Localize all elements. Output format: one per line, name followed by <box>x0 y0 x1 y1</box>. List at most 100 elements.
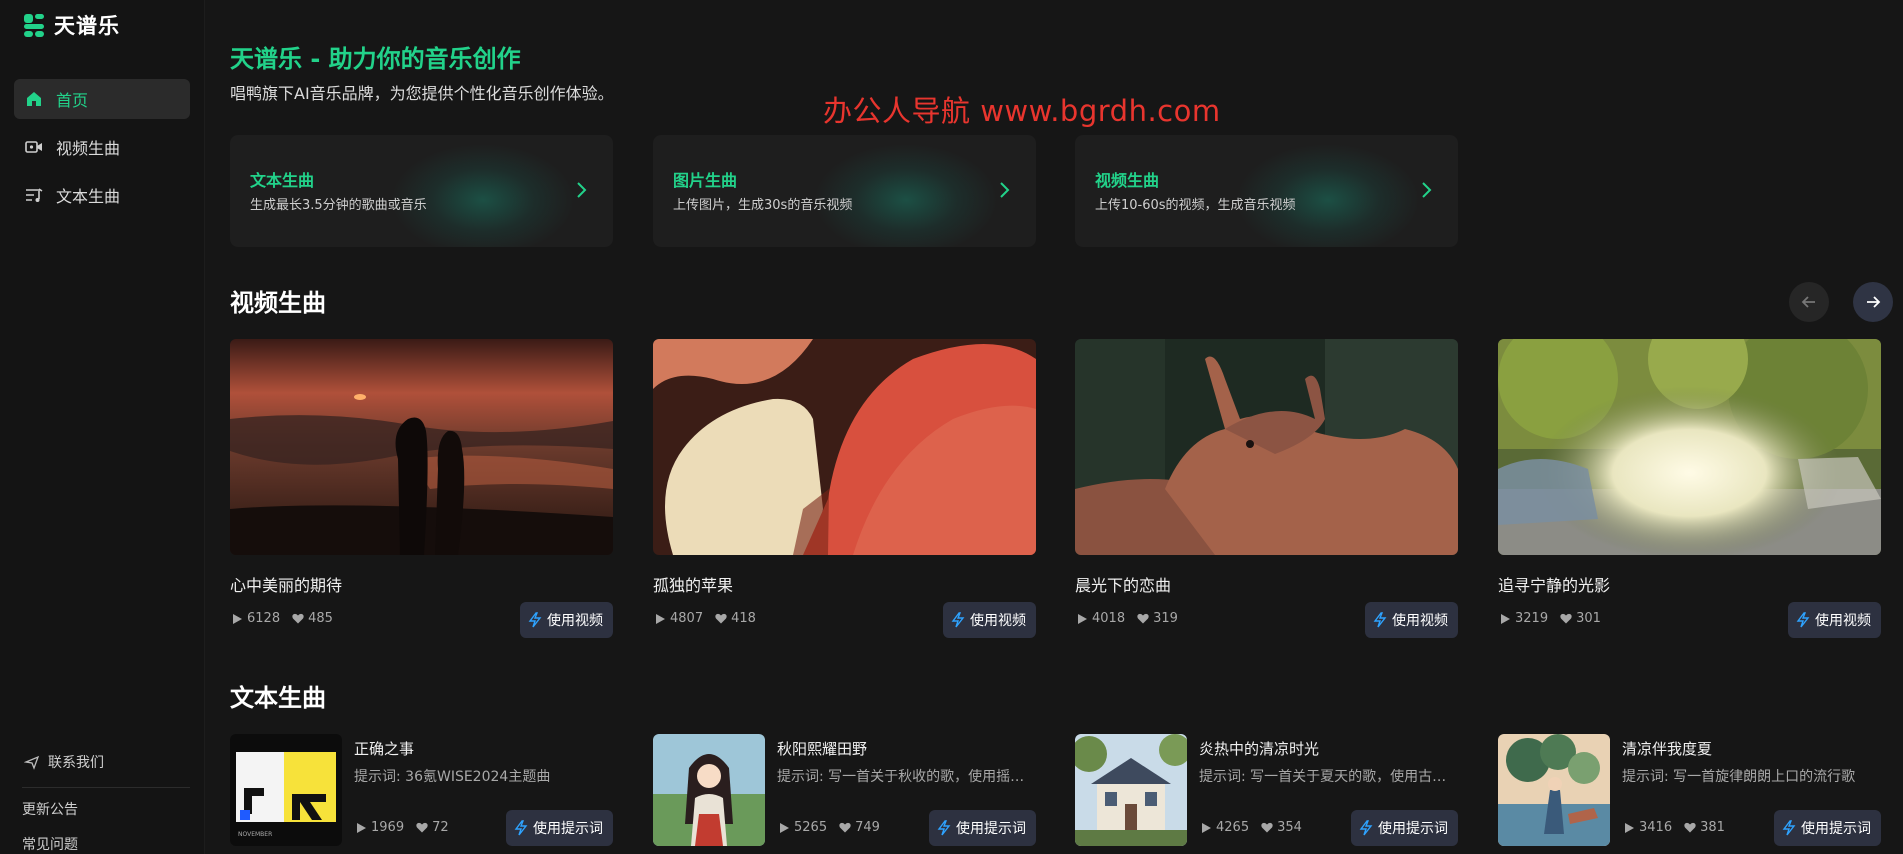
heart-icon <box>1560 613 1572 624</box>
heart-icon <box>416 822 428 833</box>
play-count: 3219 <box>1515 611 1549 626</box>
lightning-icon <box>937 820 951 836</box>
play-count: 4018 <box>1092 611 1126 626</box>
text-song-card[interactable]: NOVEMBER 正确之事 提示词: 36氪WISE2024主题曲 1969 7… <box>230 734 613 846</box>
use-prompt-button[interactable]: 使用提示词 <box>1351 810 1458 846</box>
use-video-button[interactable]: 使用视频 <box>943 602 1036 638</box>
video-card[interactable]: 晨光下的恋曲 4018 319 使用视频 <box>1075 339 1458 638</box>
song-stats: 5265 749 <box>779 820 886 835</box>
heart-icon <box>292 613 304 624</box>
lightning-icon <box>1359 820 1373 836</box>
faq-link[interactable]: 常见问题 <box>22 835 190 854</box>
video-thumbnail[interactable] <box>653 339 1036 555</box>
like-count: 749 <box>855 820 880 835</box>
divider <box>22 787 190 788</box>
watermark-text: 办公人导航 www.bgrdh.com <box>823 94 1221 128</box>
song-prompt: 提示词: 写一首旋律朗朗上口的流行歌 <box>1622 769 1856 785</box>
use-prompt-button[interactable]: 使用提示词 <box>1774 810 1881 846</box>
use-prompt-label: 使用提示词 <box>1378 821 1448 837</box>
page-subtitle: 唱鸭旗下AI音乐品牌，为您提供个性化音乐创作体验。 <box>230 84 614 103</box>
song-cover[interactable] <box>653 734 765 846</box>
like-count: 72 <box>432 820 449 835</box>
video-title: 心中美丽的期待 <box>230 576 343 595</box>
lightning-icon <box>514 820 528 836</box>
sidebar-item-label: 文本生曲 <box>56 187 121 206</box>
sidebar-footer: 联系我们 更新公告 常见问题 <box>22 750 190 854</box>
play-icon <box>656 613 665 624</box>
use-prompt-label: 使用提示词 <box>956 821 1026 837</box>
song-title: 秋阳熙耀田野 <box>777 740 868 758</box>
feature-title: 文本生曲 <box>250 171 315 190</box>
like-count: 485 <box>308 611 333 626</box>
page-title: 天谱乐 - 助力你的音乐创作 <box>230 45 521 73</box>
heart-icon <box>715 613 727 624</box>
video-stats: 4018 319 <box>1077 611 1184 626</box>
contact-us-link[interactable]: 联系我们 <box>24 750 190 774</box>
chevron-right-icon <box>577 182 587 198</box>
sidebar-item-video-to-music[interactable]: 视频生曲 <box>14 127 190 167</box>
song-cover[interactable] <box>1498 734 1610 846</box>
use-video-label: 使用视频 <box>970 613 1026 629</box>
text-music-icon <box>26 188 43 202</box>
feature-card-video-to-music[interactable]: 视频生曲 上传10-60s的视频，生成音乐视频 <box>1075 135 1458 247</box>
text-song-card[interactable]: 清凉伴我度夏 提示词: 写一首旋律朗朗上口的流行歌 3416 381 使用提示词 <box>1498 734 1881 846</box>
song-cover[interactable] <box>1075 734 1187 846</box>
like-count: 319 <box>1153 611 1178 626</box>
chevron-right-icon <box>1422 182 1432 198</box>
play-count: 5265 <box>794 820 828 835</box>
song-title: 清凉伴我度夏 <box>1622 740 1713 758</box>
video-card[interactable]: 追寻宁静的光影 3219 301 使用视频 <box>1498 339 1881 638</box>
use-prompt-button[interactable]: 使用提示词 <box>929 810 1036 846</box>
like-count: 354 <box>1277 820 1302 835</box>
sidebar-item-home[interactable]: 首页 <box>14 79 190 119</box>
use-video-button[interactable]: 使用视频 <box>1788 602 1881 638</box>
play-icon <box>357 822 366 833</box>
play-count: 1969 <box>371 820 405 835</box>
sidebar-item-text-to-music[interactable]: 文本生曲 <box>14 175 190 215</box>
main-content: 天谱乐 - 助力你的音乐创作 唱鸭旗下AI音乐品牌，为您提供个性化音乐创作体验。… <box>230 0 1903 854</box>
video-card[interactable]: 孤独的苹果 4807 418 使用视频 <box>653 339 1036 638</box>
song-title: 正确之事 <box>354 740 415 758</box>
arrow-right-icon <box>1867 296 1881 308</box>
heart-icon <box>1684 822 1696 833</box>
song-prompt: 提示词: 写一首关于夏天的歌，使用古风... <box>1199 769 1458 785</box>
video-thumbnail[interactable] <box>1075 339 1458 555</box>
logo[interactable]: 天谱乐 <box>22 10 120 40</box>
text-song-card[interactable]: 炎热中的清凉时光 提示词: 写一首关于夏天的歌，使用古风... 4265 354… <box>1075 734 1458 846</box>
play-icon <box>1501 613 1510 624</box>
song-cover[interactable]: NOVEMBER <box>230 734 342 846</box>
like-count: 418 <box>731 611 756 626</box>
song-prompt: 提示词: 写一首关于秋收的歌，使用摇滚... <box>777 769 1036 785</box>
carousel-next-button[interactable] <box>1853 282 1893 322</box>
like-count: 381 <box>1700 820 1725 835</box>
play-icon <box>1078 613 1087 624</box>
use-video-button[interactable]: 使用视频 <box>520 602 613 638</box>
use-prompt-label: 使用提示词 <box>533 821 603 837</box>
text-song-card[interactable]: 秋阳熙耀田野 提示词: 写一首关于秋收的歌，使用摇滚... 5265 749 使… <box>653 734 1036 846</box>
feature-card-text-to-music[interactable]: 文本生曲 生成最长3.5分钟的歌曲或音乐 <box>230 135 613 247</box>
video-stats: 4807 418 <box>655 611 762 626</box>
feature-desc: 上传10-60s的视频，生成音乐视频 <box>1095 198 1296 213</box>
like-count: 301 <box>1576 611 1601 626</box>
video-thumbnail[interactable] <box>230 339 613 555</box>
section-title-text: 文本生曲 <box>230 684 326 712</box>
use-video-button[interactable]: 使用视频 <box>1365 602 1458 638</box>
changelog-link[interactable]: 更新公告 <box>22 800 190 835</box>
video-card[interactable]: 心中美丽的期待 6128 485 使用视频 <box>230 339 613 638</box>
play-icon <box>233 613 242 624</box>
play-count: 4265 <box>1216 820 1250 835</box>
feature-card-image-to-music[interactable]: 图片生曲 上传图片，生成30s的音乐视频 <box>653 135 1036 247</box>
feature-title: 视频生曲 <box>1095 171 1160 190</box>
video-title: 孤独的苹果 <box>653 576 734 595</box>
video-thumbnail[interactable] <box>1498 339 1881 555</box>
use-prompt-button[interactable]: 使用提示词 <box>506 810 613 846</box>
home-icon <box>27 92 41 106</box>
chevron-right-icon <box>1000 182 1010 198</box>
sidebar-item-label: 首页 <box>56 91 89 110</box>
song-stats: 3416 381 <box>1624 820 1731 835</box>
section-title-video: 视频生曲 <box>230 289 326 317</box>
heart-icon <box>1261 822 1273 833</box>
carousel-prev-button[interactable] <box>1789 282 1829 322</box>
logo-icon <box>22 12 46 38</box>
app-root: 天谱乐 首页 视频生曲 文本生曲 联系我们 更新公告 常见问题 天谱乐 - 助力… <box>0 0 1903 854</box>
